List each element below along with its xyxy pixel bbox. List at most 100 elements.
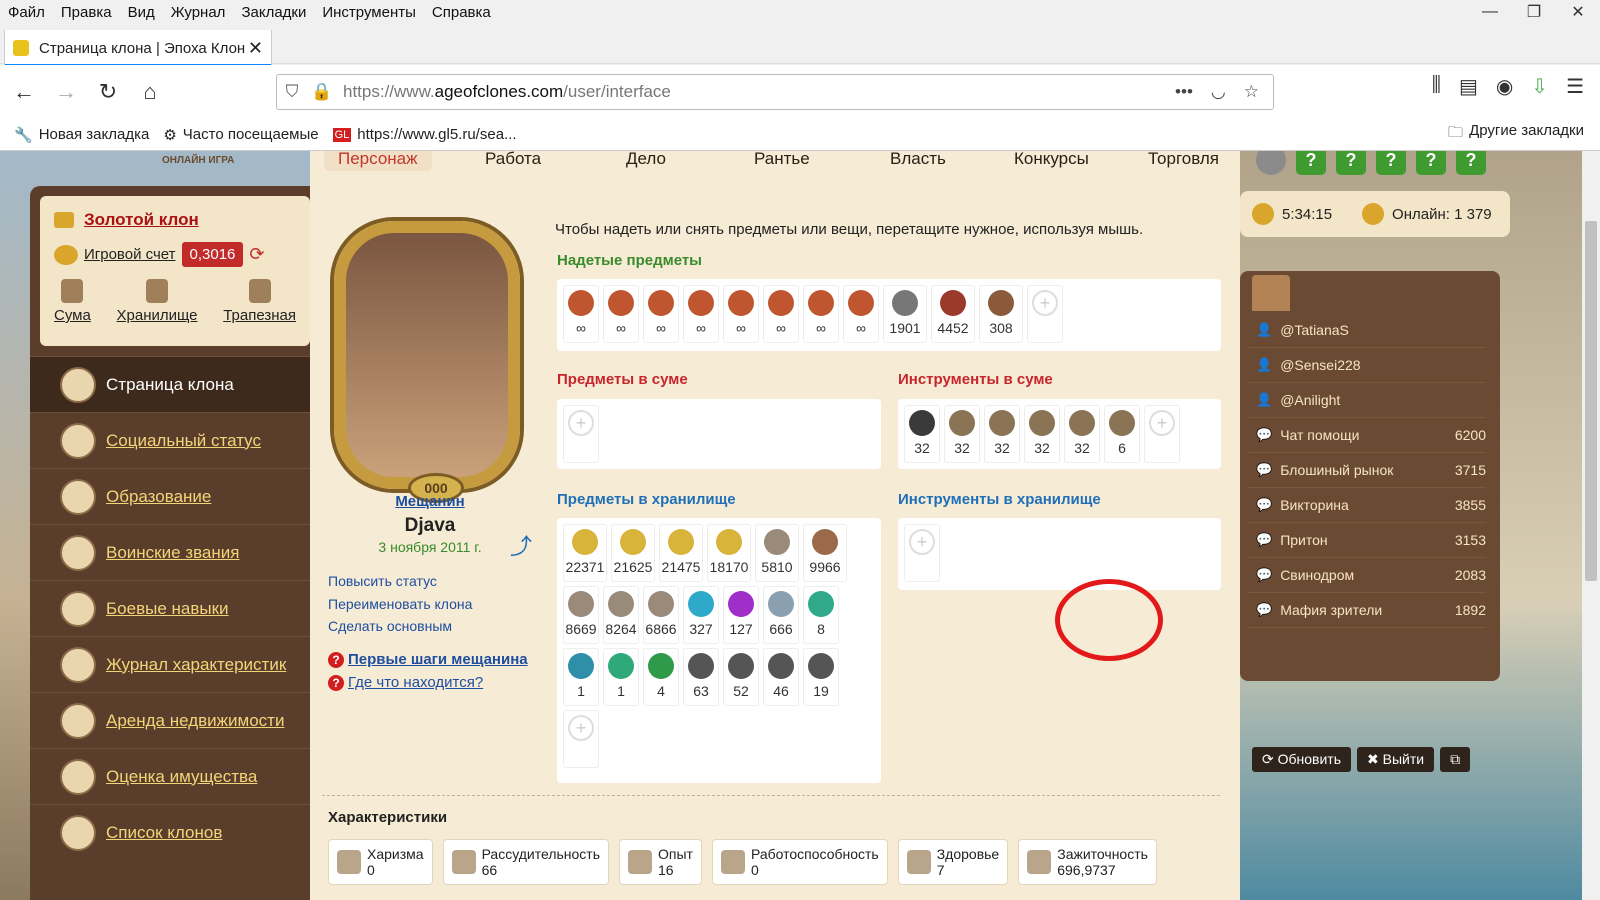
- item-slot[interactable]: 21475: [659, 524, 703, 582]
- stat-experience[interactable]: Опыт 16: [619, 839, 702, 885]
- item-slot[interactable]: 6: [1104, 405, 1140, 463]
- lock-icon[interactable]: 🔒: [307, 82, 337, 102]
- item-slot[interactable]: 19: [803, 648, 839, 706]
- stat-charisma[interactable]: Харизма 0: [328, 839, 433, 885]
- forward-icon[interactable]: →: [48, 74, 84, 110]
- gold-clone-link[interactable]: Золотой клон: [84, 210, 199, 230]
- library-icon[interactable]: ⫼: [1432, 74, 1441, 99]
- quick-storage[interactable]: Хранилище: [117, 279, 198, 324]
- item-slot[interactable]: 32: [904, 405, 940, 463]
- menu-file[interactable]: Файл: [0, 4, 53, 21]
- game-account-link[interactable]: Игровой счет: [84, 246, 176, 263]
- stat-wealth[interactable]: Зажиточность 696,9737: [1018, 839, 1157, 885]
- item-slot[interactable]: 1901: [883, 285, 927, 343]
- menu-view[interactable]: Вид: [120, 4, 163, 21]
- help-first-steps[interactable]: ? Первые шаги мещанина: [328, 651, 528, 668]
- share-icon[interactable]: ⤴: [510, 529, 532, 561]
- stat-health[interactable]: Здоровье 7: [897, 839, 1009, 885]
- minimize-icon[interactable]: —: [1468, 0, 1512, 24]
- other-bookmarks[interactable]: 🗀 Другие закладки: [1448, 122, 1584, 147]
- item-slot[interactable]: 308: [979, 285, 1023, 343]
- item-slot[interactable]: 32: [944, 405, 980, 463]
- nav-business[interactable]: Дело: [626, 151, 666, 169]
- url-bar[interactable]: ⛉ 🔒 https://www.ageofclones.com/user/int…: [276, 74, 1274, 110]
- menu-bookmarks[interactable]: Закладки: [233, 4, 314, 21]
- add-slot[interactable]: +: [1027, 285, 1063, 343]
- account-icon[interactable]: ◉: [1496, 74, 1513, 99]
- item-slot[interactable]: 22371: [563, 524, 607, 582]
- sidebar-item-combat-skills[interactable]: Боевые навыки: [30, 580, 320, 636]
- sidebar-item-property-valuation[interactable]: Оценка имущества: [30, 748, 320, 804]
- chat-room[interactable]: 💬 Викторина 3855: [1248, 488, 1486, 523]
- rename-clone-link[interactable]: Переименовать клона: [328, 596, 472, 612]
- page-scrollbar[interactable]: [1582, 151, 1600, 900]
- shield-icon[interactable]: ⛉: [277, 82, 307, 102]
- menu-help[interactable]: Справка: [424, 4, 499, 21]
- chat-room[interactable]: 💬 Свинодром 2083: [1248, 558, 1486, 593]
- tab-close-icon[interactable]: ✕: [248, 38, 263, 59]
- nav-character[interactable]: Персонаж: [324, 151, 432, 171]
- item-slot[interactable]: ∞: [563, 285, 599, 343]
- stat-workability[interactable]: Работоспособность 0: [711, 839, 888, 885]
- item-slot[interactable]: 1: [603, 648, 639, 706]
- restore-icon[interactable]: ❐: [1512, 0, 1556, 24]
- item-slot[interactable]: 18170: [707, 524, 751, 582]
- sidebar-item-property-rent[interactable]: Аренда недвижимости: [30, 692, 320, 748]
- pocket-icon[interactable]: ◡: [1211, 82, 1226, 102]
- raise-status-link[interactable]: Повысить статус: [328, 573, 437, 589]
- chat-tab-icon[interactable]: [1252, 275, 1290, 311]
- item-slot[interactable]: 8669: [563, 586, 599, 644]
- nav-trade[interactable]: Торговля: [1148, 151, 1219, 169]
- item-slot[interactable]: 327: [683, 586, 719, 644]
- sidebar-item-stats-log[interactable]: Журнал характеристик: [30, 636, 320, 692]
- item-slot[interactable]: 5810: [755, 524, 799, 582]
- item-slot[interactable]: 4: [643, 648, 679, 706]
- item-slot[interactable]: ∞: [643, 285, 679, 343]
- item-slot[interactable]: 32: [1024, 405, 1060, 463]
- bookmark-gl5[interactable]: GL https://www.gl5.ru/sea...: [332, 126, 517, 143]
- exit-button[interactable]: ✖ Выйти: [1357, 747, 1435, 772]
- quick-bag[interactable]: Сума: [54, 279, 91, 324]
- sidebar-item-social-status[interactable]: Социальный статус: [30, 412, 320, 468]
- nav-power[interactable]: Власть: [890, 151, 946, 169]
- item-slot[interactable]: 63: [683, 648, 719, 706]
- add-slot[interactable]: +: [563, 710, 599, 768]
- add-slot[interactable]: +: [563, 405, 599, 463]
- item-slot[interactable]: 32: [1064, 405, 1100, 463]
- chat-room[interactable]: 💬 Притон 3153: [1248, 523, 1486, 558]
- item-slot[interactable]: 4452: [931, 285, 975, 343]
- close-icon[interactable]: ✕: [1556, 0, 1600, 24]
- scrollbar-thumb[interactable]: [1585, 221, 1597, 581]
- item-slot[interactable]: 52: [723, 648, 759, 706]
- bookmark-frequent[interactable]: ⚙ Часто посещаемые: [163, 126, 318, 144]
- item-slot[interactable]: 21625: [611, 524, 655, 582]
- hamburger-icon[interactable]: ☰: [1566, 74, 1584, 99]
- bookmark-new[interactable]: 🔧 Новая закладка: [14, 126, 149, 144]
- item-slot[interactable]: 666: [763, 586, 799, 644]
- chat-room[interactable]: 👤 @TatianaS: [1248, 313, 1486, 348]
- item-slot[interactable]: 8264: [603, 586, 639, 644]
- nav-work[interactable]: Работа: [485, 151, 541, 169]
- chat-room[interactable]: 👤 @Anilight: [1248, 383, 1486, 418]
- browser-tab[interactable]: Страница клона | Эпоха Клон ✕: [4, 30, 272, 66]
- stat-prudence[interactable]: Рассудительность 66: [442, 839, 610, 885]
- item-slot[interactable]: ∞: [683, 285, 719, 343]
- item-slot[interactable]: 32: [984, 405, 1020, 463]
- menu-tools[interactable]: Инструменты: [314, 4, 424, 21]
- back-icon[interactable]: ←: [6, 74, 42, 110]
- nav-contests[interactable]: Конкурсы: [1014, 151, 1089, 169]
- home-icon[interactable]: ⌂: [132, 74, 168, 110]
- item-slot[interactable]: 46: [763, 648, 799, 706]
- menu-history[interactable]: Журнал: [163, 4, 234, 21]
- help-where[interactable]: ? Где что находится?: [328, 674, 483, 691]
- chat-room[interactable]: 👤 @Sensei228: [1248, 348, 1486, 383]
- nav-rentier[interactable]: Рантье: [754, 151, 810, 169]
- popout-icon[interactable]: ⧉: [1440, 747, 1471, 772]
- more-icon[interactable]: •••: [1175, 82, 1193, 102]
- menu-edit[interactable]: Правка: [53, 4, 120, 21]
- sidebar-item-education[interactable]: Образование: [30, 468, 320, 524]
- star-icon[interactable]: ☆: [1244, 82, 1259, 102]
- item-slot[interactable]: ∞: [603, 285, 639, 343]
- chat-room[interactable]: 💬 Блошиный рынок 3715: [1248, 453, 1486, 488]
- sidebar-icon[interactable]: ▤: [1459, 74, 1478, 99]
